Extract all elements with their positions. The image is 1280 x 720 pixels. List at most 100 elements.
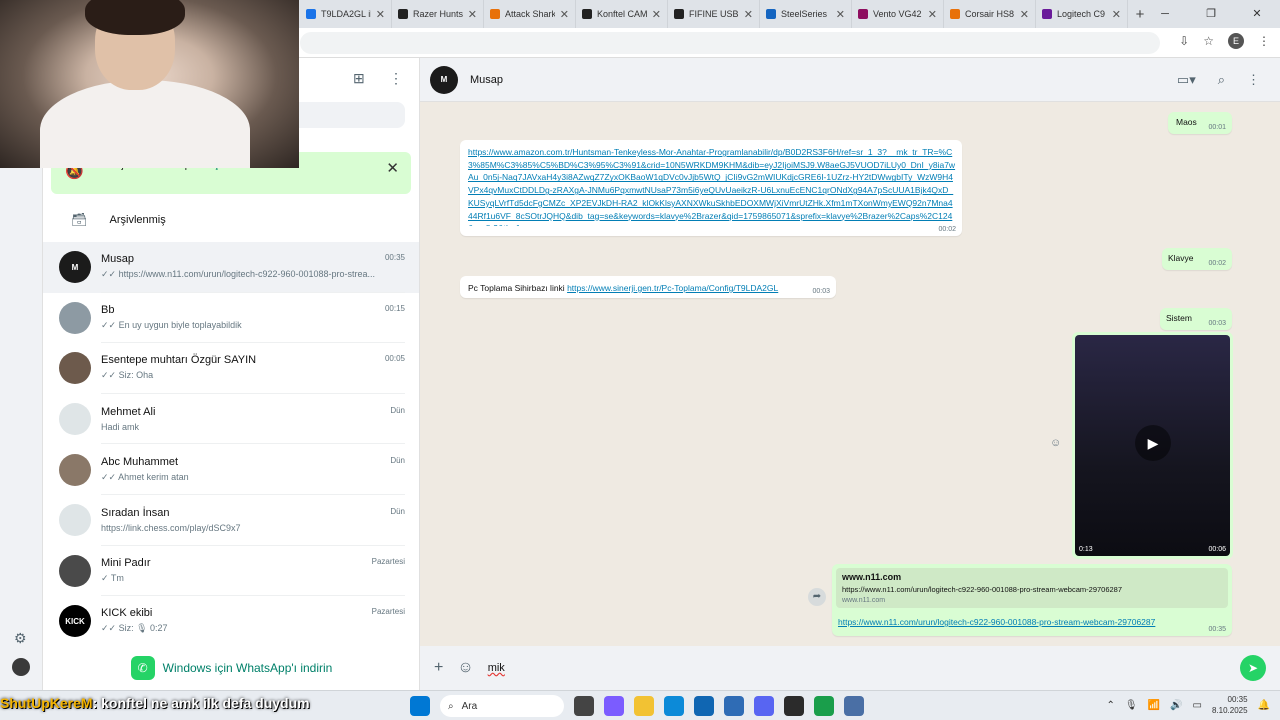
browser-tab[interactable]: FIFINE USB ✕	[668, 0, 760, 28]
message-time: 00:35	[1208, 626, 1226, 633]
video-call-icon[interactable]: ▭▾	[1177, 72, 1196, 88]
message-text: Maos	[1176, 117, 1197, 127]
close-tab-icon[interactable]: ✕	[836, 8, 845, 21]
message-text: Pc Toplama Sihirbazı linki	[468, 283, 565, 293]
clock[interactable]: 00:35 8.10.2025	[1212, 694, 1248, 716]
close-tab-icon[interactable]: ✕	[744, 8, 753, 21]
chat-list-item[interactable]: Sıradan İnsan Dün https://link.chess.com/p…	[43, 495, 419, 546]
favicon-icon	[306, 9, 316, 19]
chat-time: 00:35	[384, 253, 405, 263]
close-tab-icon[interactable]: ✕	[376, 8, 385, 21]
caption-user: ShutUpKereM	[0, 695, 93, 711]
message-bubble[interactable]: Maos 00:01	[1168, 112, 1232, 134]
video-thumbnail[interactable]: ▶ 0:13 00:06	[1075, 335, 1230, 556]
obs-icon[interactable]	[784, 696, 804, 716]
notifications-bell-icon[interactable]: 🔔	[1258, 700, 1270, 711]
message-bubble[interactable]: Pc Toplama Sihirbazı linki https://www.s…	[460, 276, 836, 298]
n11-link[interactable]: https://www.n11.com/urun/logitech-c922-9…	[836, 616, 1196, 629]
chat-list-item[interactable]: M Musap 00:35 ✓✓ https://www.n11.com/urun/l…	[43, 242, 419, 293]
browser-tab[interactable]: T9LDA2GL il ✕	[300, 0, 392, 28]
chat-list-item[interactable]: Mehmet Ali Dün Hadi amk	[43, 394, 419, 445]
message-bubble[interactable]: Sistem 00:03	[1160, 308, 1232, 330]
close-tab-icon[interactable]: ✕	[468, 8, 477, 21]
close-tab-icon[interactable]: ✕	[560, 8, 569, 21]
close-tab-icon[interactable]: ✕	[1020, 8, 1029, 21]
new-chat-icon[interactable]: ⊞	[353, 70, 365, 87]
volume-icon[interactable]: 🔊	[1170, 700, 1182, 711]
task-view-icon[interactable]	[574, 696, 594, 716]
conversation-header[interactable]: M Musap ▭▾ ⌕ ⋮	[420, 58, 1280, 102]
restore-icon[interactable]: ❐	[1188, 0, 1234, 28]
file-explorer-icon[interactable]	[634, 696, 654, 716]
edge-icon[interactable]	[664, 696, 684, 716]
sidebar-menu-icon[interactable]: ⋮	[389, 70, 403, 87]
message-bubble[interactable]: https://www.amazon.com.tr/Huntsman-Tenke…	[460, 140, 962, 236]
wifi-icon[interactable]: 📶	[1148, 700, 1160, 711]
webcam-overlay	[0, 0, 299, 168]
link-preview-message[interactable]: www.n11.com https://www.n11.com/urun/log…	[832, 564, 1232, 636]
tab-list: T9LDA2GL il ✕ Razer Hunts ✕ Attack Shark ✕ Kon…	[300, 0, 1128, 28]
windows-start-icon[interactable]	[410, 696, 430, 716]
browser-menu-icon[interactable]: ⋮	[1258, 34, 1270, 48]
react-emoji-icon[interactable]: ☺	[1050, 437, 1061, 449]
close-icon[interactable]: ✕	[386, 159, 399, 177]
discord-icon[interactable]	[754, 696, 774, 716]
install-app-icon[interactable]: ⇩	[1179, 34, 1189, 48]
sinerji-link[interactable]: https://www.sinerji.gen.tr/Pc-Toplama/Co…	[567, 283, 778, 293]
link-preview-card[interactable]: www.n11.com https://www.n11.com/urun/log…	[836, 568, 1228, 608]
conversation-panel: M Musap ▭▾ ⌕ ⋮ Maos 00:01 https://www.am…	[420, 58, 1280, 690]
browser-tab[interactable]: Razer Hunts ✕	[392, 0, 484, 28]
forward-icon[interactable]: ➦	[808, 588, 826, 606]
tab-title: SteelSeries	[781, 9, 828, 19]
archived-row[interactable]: 🗃 Arşivlenmiş	[43, 198, 419, 242]
contact-avatar[interactable]: M	[430, 65, 458, 94]
video-message[interactable]: ▶ 0:13 00:06	[1072, 332, 1233, 559]
settings-gear-icon[interactable]: ⚙	[14, 630, 27, 647]
chat-list-item[interactable]: Abc Muhammet Dün ✓✓ Ahmet kerim atan	[43, 444, 419, 495]
chat-menu-icon[interactable]: ⋮	[1247, 72, 1260, 88]
plus-icon[interactable]: +	[434, 659, 443, 677]
preview-site: www.n11.com	[842, 572, 902, 582]
battery-icon[interactable]: ▭	[1193, 700, 1202, 711]
chat-list-item[interactable]: Esentepe muhtarı Özgür SAYIN 00:05 ✓✓ Siz:…	[43, 343, 419, 394]
profile-avatar[interactable]: E	[1228, 33, 1244, 49]
bookmark-star-icon[interactable]: ☆	[1203, 34, 1214, 48]
minimize-icon[interactable]: ─	[1142, 0, 1188, 28]
chevron-up-icon[interactable]: ⌃	[1107, 700, 1115, 711]
download-banner[interactable]: ✆ Windows için WhatsApp'ı indirin	[43, 646, 419, 690]
close-window-icon[interactable]: ✕	[1234, 0, 1280, 28]
message-bubble[interactable]: Klavye 00:02	[1162, 248, 1232, 270]
close-tab-icon[interactable]: ✕	[652, 8, 661, 21]
message-input[interactable]: mik	[488, 662, 1226, 674]
amazon-link[interactable]: https://www.amazon.com.tr/Huntsman-Tenke…	[468, 146, 956, 226]
send-icon[interactable]: ➤	[1240, 655, 1266, 681]
outlook-icon[interactable]	[694, 696, 714, 716]
chat-list-item[interactable]: Bb 00:15 ✓✓ En uy uygun biyle toplayabildi…	[43, 293, 419, 344]
header-tools: ▭▾ ⌕ ⋮	[1177, 72, 1280, 88]
close-tab-icon[interactable]: ✕	[1112, 8, 1121, 21]
chat-time: Pazartesi	[371, 556, 405, 566]
browser-tab[interactable]: Attack Shark ✕	[484, 0, 576, 28]
browser-tab[interactable]: Konftel CAM ✕	[576, 0, 668, 28]
emoji-icon[interactable]: ☺	[457, 659, 473, 677]
omnibox[interactable]	[300, 32, 1160, 54]
search-icon[interactable]: ⌕	[1218, 72, 1225, 88]
browser-tab[interactable]: Vento VG42 ✕	[852, 0, 944, 28]
close-tab-icon[interactable]: ✕	[928, 8, 937, 21]
user-avatar[interactable]	[12, 658, 30, 676]
play-icon[interactable]: ▶	[1135, 425, 1171, 461]
browser-tab[interactable]: Corsair HS8 ✕	[944, 0, 1036, 28]
chat-list-item[interactable]: Mini Padır Pazartesi ✓ Tm	[43, 546, 419, 597]
chrome-icon[interactable]	[814, 696, 834, 716]
app-gear-icon[interactable]	[844, 696, 864, 716]
taskbar-search[interactable]: ⌕ Ara	[440, 695, 564, 717]
chat-list-item[interactable]: KICK KICK ekibi Pazartesi ✓✓ Siz: 🎙 0:27	[43, 596, 419, 647]
copilot-icon[interactable]	[604, 696, 624, 716]
settings-icon[interactable]	[724, 696, 744, 716]
chat-avatar	[59, 352, 91, 385]
browser-tab[interactable]: SteelSeries ✕	[760, 0, 852, 28]
chat-avatar: KICK	[59, 605, 91, 638]
chat-time: 00:15	[384, 303, 405, 313]
browser-tab[interactable]: Logitech C9 ✕	[1036, 0, 1128, 28]
mic-icon[interactable]: 🎙	[1125, 700, 1138, 711]
